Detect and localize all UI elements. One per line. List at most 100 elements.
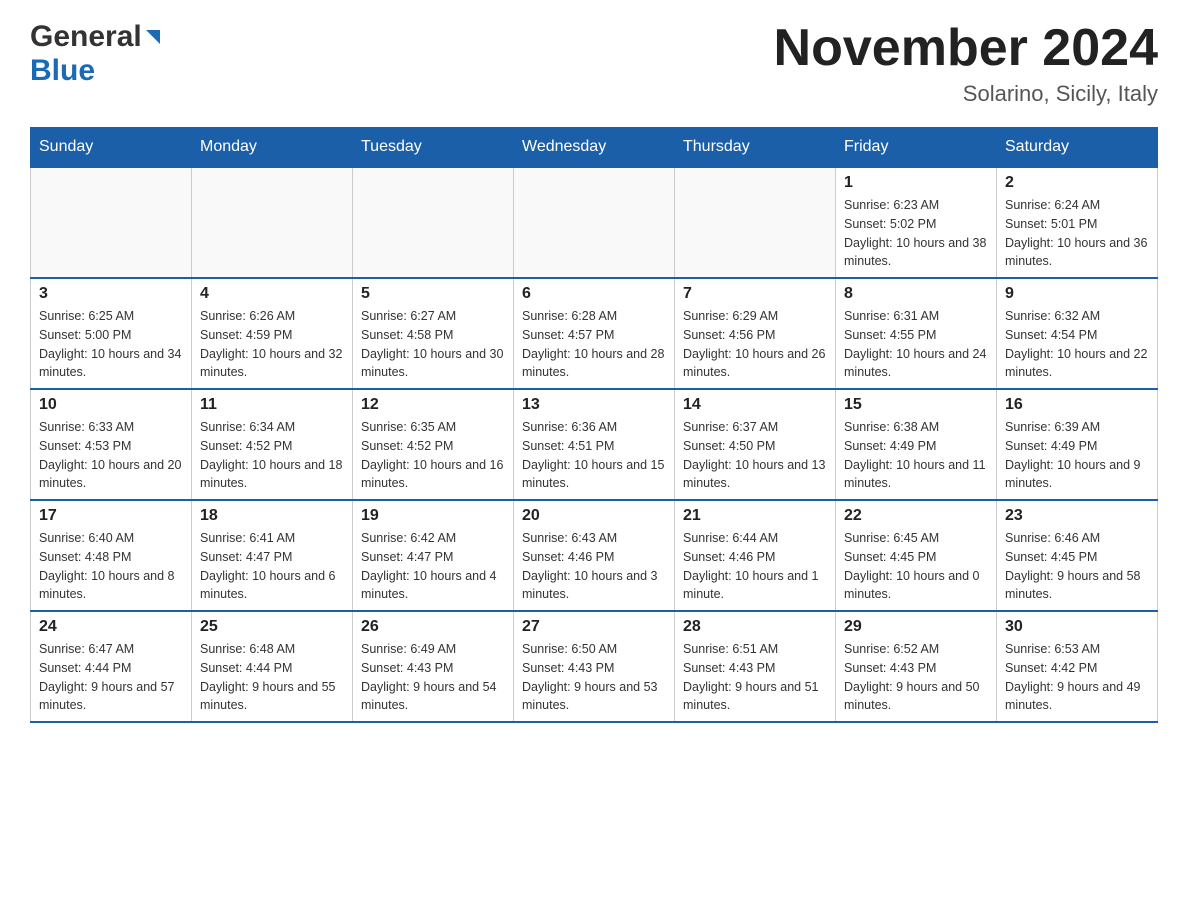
page-header: General Blue November 2024 Solarino, Sic… [30,20,1158,107]
calendar-cell [192,167,353,278]
day-number: 23 [1005,507,1149,525]
day-info: Sunrise: 6:47 AM Sunset: 4:44 PM Dayligh… [39,640,183,715]
logo-arrow-icon [142,26,164,53]
header-friday: Friday [836,128,997,168]
calendar-cell: 22Sunrise: 6:45 AM Sunset: 4:45 PM Dayli… [836,500,997,611]
day-info: Sunrise: 6:23 AM Sunset: 5:02 PM Dayligh… [844,196,988,271]
calendar-cell: 15 Sunrise: 6:38 AM Sunset: 4:49 PM Dayli… [836,389,997,500]
day-number: 9 [1005,285,1149,303]
day-info: Sunrise: 6:53 AM Sunset: 4:42 PM Dayligh… [1005,640,1149,715]
calendar-cell: 8 Sunrise: 6:31 AM Sunset: 4:55 PM Daylig… [836,278,997,389]
day-number: 22 [844,507,988,525]
day-info: Sunrise: 6:49 AM Sunset: 4:43 PM Dayligh… [361,640,505,715]
calendar-week-3: 10 Sunrise: 6:33 AM Sunset: 4:53 PM Dayli… [31,389,1158,500]
day-info: Sunrise: 6:28 AM Sunset: 4:57 PM Dayligh… [522,307,666,382]
day-number: 19 [361,507,505,525]
day-number: 2 [1005,174,1149,192]
day-info: Sunrise: 6:36 AM Sunset: 4:51 PM Dayligh… [522,418,666,493]
calendar-cell: 7 Sunrise: 6:29 AM Sunset: 4:56 PM Daylig… [675,278,836,389]
calendar-cell [514,167,675,278]
day-info: Sunrise: 6:31 AM Sunset: 4:55 PM Dayligh… [844,307,988,382]
day-number: 8 [844,285,988,303]
day-info: Sunrise: 6:51 AM Sunset: 4:43 PM Dayligh… [683,640,827,715]
calendar-week-5: 24 Sunrise: 6:47 AM Sunset: 4:44 PM Dayli… [31,611,1158,722]
day-number: 7 [683,285,827,303]
calendar-week-4: 17Sunrise: 6:40 AM Sunset: 4:48 PM Dayli… [31,500,1158,611]
day-info: Sunrise: 6:27 AM Sunset: 4:58 PM Dayligh… [361,307,505,382]
logo-general-text: General [30,20,142,54]
day-number: 25 [200,618,344,636]
day-number: 30 [1005,618,1149,636]
calendar-cell: 4Sunrise: 6:26 AM Sunset: 4:59 PM Daylig… [192,278,353,389]
calendar-cell: 30 Sunrise: 6:53 AM Sunset: 4:42 PM Dayli… [997,611,1158,722]
calendar-cell: 18Sunrise: 6:41 AM Sunset: 4:47 PM Dayli… [192,500,353,611]
day-number: 1 [844,174,988,192]
calendar-cell: 19Sunrise: 6:42 AM Sunset: 4:47 PM Dayli… [353,500,514,611]
day-info: Sunrise: 6:34 AM Sunset: 4:52 PM Dayligh… [200,418,344,493]
day-info: Sunrise: 6:29 AM Sunset: 4:56 PM Dayligh… [683,307,827,382]
day-number: 28 [683,618,827,636]
day-number: 24 [39,618,183,636]
calendar-cell: 23 Sunrise: 6:46 AM Sunset: 4:45 PM Dayli… [997,500,1158,611]
calendar-cell: 6 Sunrise: 6:28 AM Sunset: 4:57 PM Daylig… [514,278,675,389]
calendar-cell: 12 Sunrise: 6:35 AM Sunset: 4:52 PM Dayli… [353,389,514,500]
day-info: Sunrise: 6:32 AM Sunset: 4:54 PM Dayligh… [1005,307,1149,382]
calendar-cell: 20 Sunrise: 6:43 AM Sunset: 4:46 PM Dayli… [514,500,675,611]
day-info: Sunrise: 6:44 AM Sunset: 4:46 PM Dayligh… [683,529,827,604]
header-sunday: Sunday [31,128,192,168]
day-info: Sunrise: 6:46 AM Sunset: 4:45 PM Dayligh… [1005,529,1149,604]
day-info: Sunrise: 6:43 AM Sunset: 4:46 PM Dayligh… [522,529,666,604]
calendar-cell: 1 Sunrise: 6:23 AM Sunset: 5:02 PM Daylig… [836,167,997,278]
day-info: Sunrise: 6:41 AM Sunset: 4:47 PM Dayligh… [200,529,344,604]
calendar-cell [353,167,514,278]
day-number: 14 [683,396,827,414]
day-info: Sunrise: 6:24 AM Sunset: 5:01 PM Dayligh… [1005,196,1149,271]
header-wednesday: Wednesday [514,128,675,168]
calendar-cell: 5 Sunrise: 6:27 AM Sunset: 4:58 PM Daylig… [353,278,514,389]
calendar-cell: 13 Sunrise: 6:36 AM Sunset: 4:51 PM Dayli… [514,389,675,500]
logo-blue-text: Blue [30,54,95,87]
title-block: November 2024 Solarino, Sicily, Italy [774,20,1158,107]
month-title: November 2024 [774,20,1158,77]
calendar-cell [31,167,192,278]
day-number: 12 [361,396,505,414]
calendar-week-2: 3 Sunrise: 6:25 AM Sunset: 5:00 PM Daylig… [31,278,1158,389]
day-info: Sunrise: 6:40 AM Sunset: 4:48 PM Dayligh… [39,529,183,604]
calendar-cell: 10 Sunrise: 6:33 AM Sunset: 4:53 PM Dayli… [31,389,192,500]
header-thursday: Thursday [675,128,836,168]
day-info: Sunrise: 6:52 AM Sunset: 4:43 PM Dayligh… [844,640,988,715]
calendar-cell [675,167,836,278]
day-info: Sunrise: 6:25 AM Sunset: 5:00 PM Dayligh… [39,307,183,382]
day-info: Sunrise: 6:37 AM Sunset: 4:50 PM Dayligh… [683,418,827,493]
calendar-table: Sunday Monday Tuesday Wednesday Thursday… [30,127,1158,723]
day-info: Sunrise: 6:50 AM Sunset: 4:43 PM Dayligh… [522,640,666,715]
day-number: 5 [361,285,505,303]
day-number: 10 [39,396,183,414]
header-saturday: Saturday [997,128,1158,168]
calendar-cell: 9 Sunrise: 6:32 AM Sunset: 4:54 PM Daylig… [997,278,1158,389]
calendar-cell: 11Sunrise: 6:34 AM Sunset: 4:52 PM Dayli… [192,389,353,500]
day-number: 6 [522,285,666,303]
calendar-cell: 17Sunrise: 6:40 AM Sunset: 4:48 PM Dayli… [31,500,192,611]
day-number: 21 [683,507,827,525]
day-info: Sunrise: 6:35 AM Sunset: 4:52 PM Dayligh… [361,418,505,493]
calendar-cell: 28 Sunrise: 6:51 AM Sunset: 4:43 PM Dayli… [675,611,836,722]
calendar-cell: 25 Sunrise: 6:48 AM Sunset: 4:44 PM Dayli… [192,611,353,722]
day-info: Sunrise: 6:26 AM Sunset: 4:59 PM Dayligh… [200,307,344,382]
calendar-cell: 16Sunrise: 6:39 AM Sunset: 4:49 PM Dayli… [997,389,1158,500]
day-number: 26 [361,618,505,636]
day-number: 3 [39,285,183,303]
calendar-week-1: 1 Sunrise: 6:23 AM Sunset: 5:02 PM Daylig… [31,167,1158,278]
calendar-cell: 29Sunrise: 6:52 AM Sunset: 4:43 PM Dayli… [836,611,997,722]
day-info: Sunrise: 6:38 AM Sunset: 4:49 PM Dayligh… [844,418,988,493]
day-info: Sunrise: 6:48 AM Sunset: 4:44 PM Dayligh… [200,640,344,715]
calendar-cell: 26 Sunrise: 6:49 AM Sunset: 4:43 PM Dayli… [353,611,514,722]
day-number: 13 [522,396,666,414]
day-info: Sunrise: 6:33 AM Sunset: 4:53 PM Dayligh… [39,418,183,493]
day-number: 20 [522,507,666,525]
day-number: 15 [844,396,988,414]
calendar-cell: 27Sunrise: 6:50 AM Sunset: 4:43 PM Dayli… [514,611,675,722]
day-info: Sunrise: 6:39 AM Sunset: 4:49 PM Dayligh… [1005,418,1149,493]
header-tuesday: Tuesday [353,128,514,168]
calendar-cell: 3 Sunrise: 6:25 AM Sunset: 5:00 PM Daylig… [31,278,192,389]
